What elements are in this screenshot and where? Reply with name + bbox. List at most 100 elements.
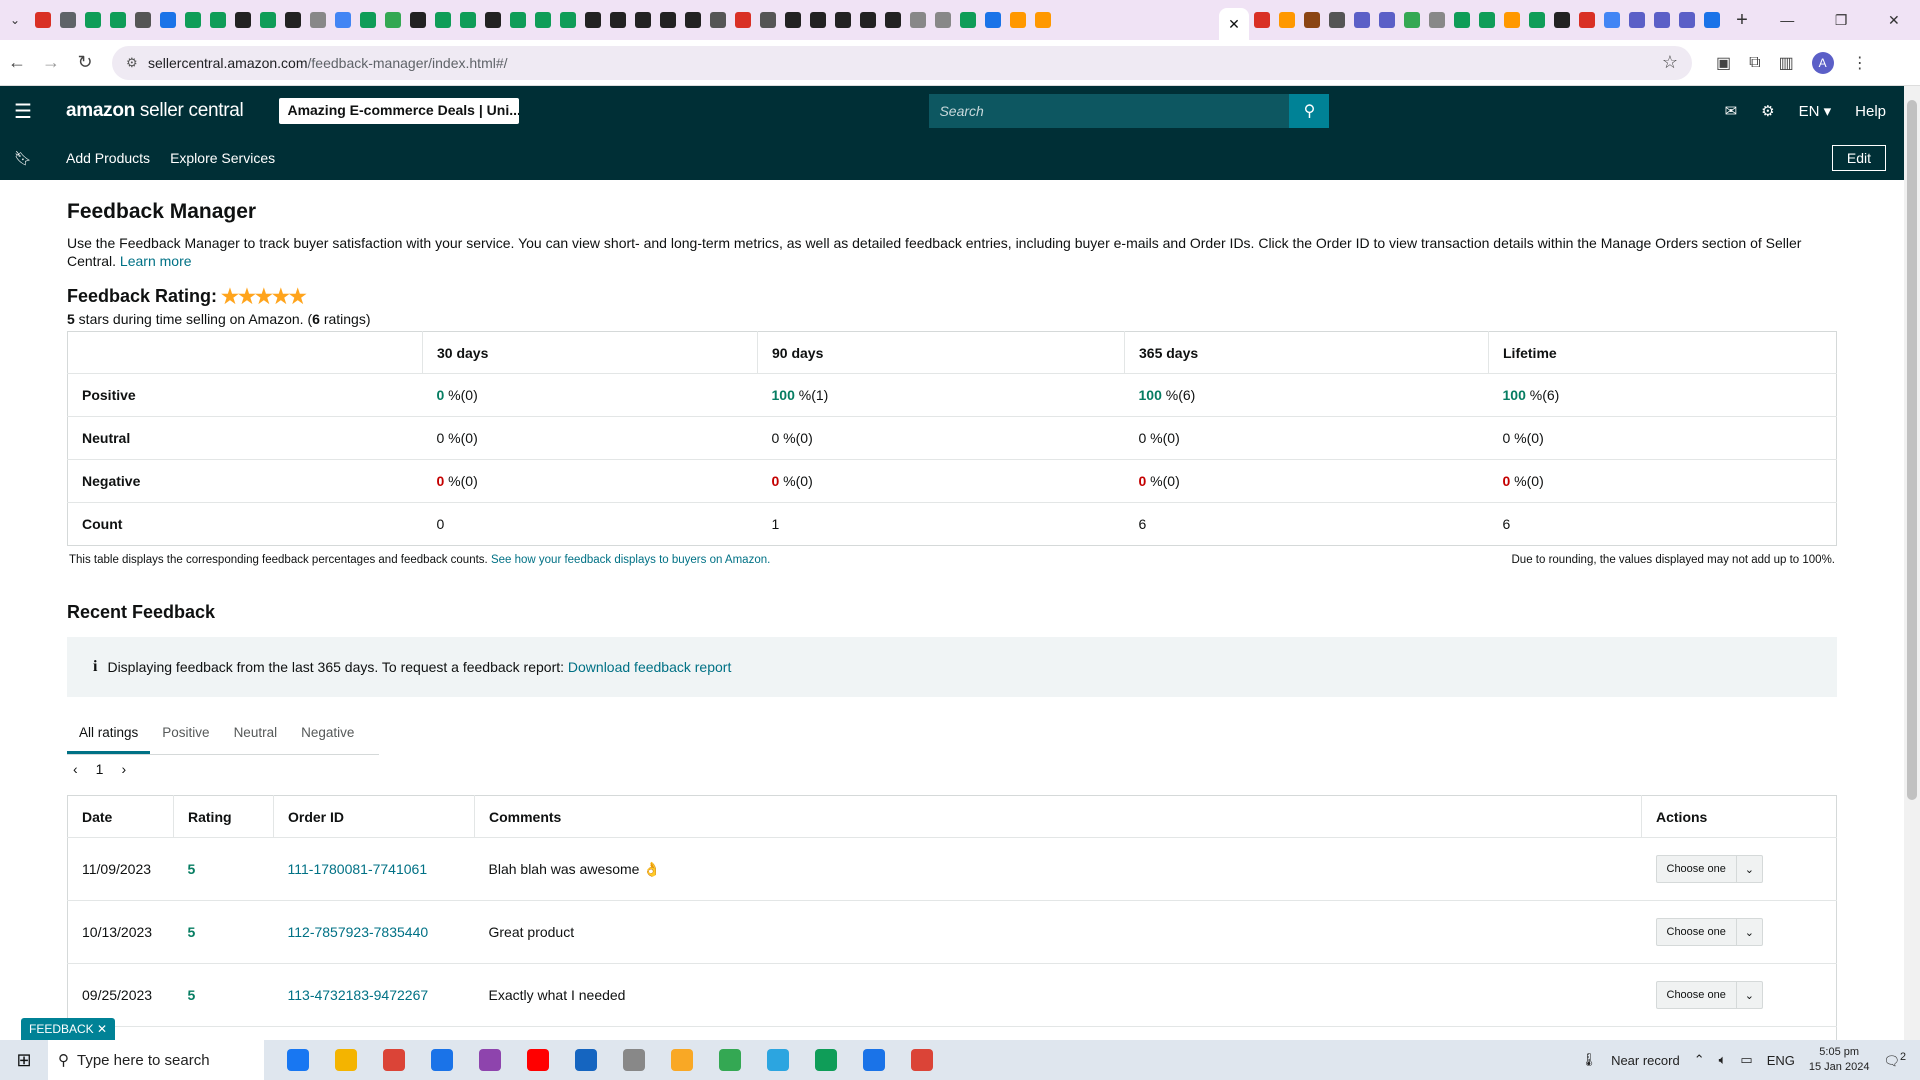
order-id-link[interactable]: 111-1780081-7741061 <box>288 861 428 877</box>
browser-tab-13[interactable] <box>355 0 380 40</box>
back-icon[interactable]: ← <box>0 52 34 73</box>
browser-tab-34[interactable] <box>880 0 905 40</box>
browser-tab-16[interactable] <box>430 0 455 40</box>
network-icon[interactable]: ▭ <box>1740 1052 1752 1068</box>
menu-kebab-icon[interactable]: ⋮ <box>1852 53 1868 73</box>
tab-positive[interactable]: Positive <box>150 715 221 754</box>
browser-tab-3[interactable] <box>105 0 130 40</box>
hamburger-menu-icon[interactable]: ☰ <box>0 99 46 124</box>
browser-tab-32[interactable] <box>830 0 855 40</box>
browser-tab-21[interactable] <box>555 0 580 40</box>
browser-tab-24[interactable] <box>630 0 655 40</box>
taskbar-app-8[interactable] <box>664 1042 700 1078</box>
taskbar-app-12[interactable] <box>856 1042 892 1078</box>
browser-tab-39[interactable] <box>1005 0 1030 40</box>
chevron-down-icon[interactable]: ⌄ <box>1735 982 1762 1008</box>
tab-search-chevron-icon[interactable]: ⌄ <box>0 5 30 35</box>
clock[interactable]: 5:05 pm 15 Jan 2024 <box>1809 1045 1870 1075</box>
url-field[interactable]: ⚙ sellercentral.amazon.com/feedback-mana… <box>112 45 1692 80</box>
browser-tab-29[interactable] <box>755 0 780 40</box>
nav-explore-services[interactable]: Explore Services <box>170 150 275 166</box>
tray-chevron-icon[interactable]: ⌃ <box>1694 1052 1705 1068</box>
profile-avatar[interactable]: A <box>1811 51 1834 74</box>
taskbar-app-9[interactable] <box>712 1042 748 1078</box>
browser-tab-9[interactable] <box>255 0 280 40</box>
browser-tab-23[interactable] <box>605 0 630 40</box>
browser-tab-6[interactable] <box>180 0 205 40</box>
browser-tab-30[interactable] <box>780 0 805 40</box>
browser-tab-right-17[interactable] <box>1674 0 1699 40</box>
browser-tab-right-0[interactable] <box>1249 0 1274 40</box>
page-scrollbar[interactable] <box>1904 86 1920 1040</box>
prev-page-icon[interactable]: ‹ <box>73 761 78 777</box>
browser-tab-36[interactable] <box>930 0 955 40</box>
choose-action-dropdown[interactable]: Choose one ⌄ <box>1655 981 1763 1009</box>
browser-tab-18[interactable] <box>480 0 505 40</box>
browser-tab-4[interactable] <box>130 0 155 40</box>
order-id-link[interactable]: 112-7857923-7835440 <box>288 924 429 940</box>
side-panel-icon[interactable]: ▥ <box>1779 53 1794 73</box>
browser-tab-right-4[interactable] <box>1349 0 1374 40</box>
browser-tab-2[interactable] <box>80 0 105 40</box>
browser-tab-31[interactable] <box>805 0 830 40</box>
browser-tab-right-6[interactable] <box>1399 0 1424 40</box>
browser-tab-right-7[interactable] <box>1424 0 1449 40</box>
browser-tab-28[interactable] <box>730 0 755 40</box>
browser-tab-right-10[interactable] <box>1499 0 1524 40</box>
tab-neutral[interactable]: Neutral <box>222 715 290 754</box>
tab-negative[interactable]: Negative <box>289 715 366 754</box>
active-tab-close-icon[interactable]: ✕ <box>1219 8 1249 40</box>
choose-action-dropdown[interactable]: Choose one ⌄ <box>1655 918 1763 946</box>
chevron-down-icon[interactable]: ⌄ <box>1735 856 1762 882</box>
browser-tab-12[interactable] <box>330 0 355 40</box>
browser-tab-right-18[interactable] <box>1699 0 1724 40</box>
browser-tab-right-15[interactable] <box>1624 0 1649 40</box>
search-icon[interactable]: ⚲ <box>1289 94 1330 128</box>
scrollbar-thumb[interactable] <box>1907 100 1917 800</box>
nav-add-products[interactable]: Add Products <box>66 150 150 166</box>
taskbar-app-13[interactable] <box>904 1042 940 1078</box>
taskbar-app-0[interactable] <box>280 1042 316 1078</box>
choose-action-dropdown[interactable]: Choose one ⌄ <box>1655 855 1763 883</box>
learn-more-link[interactable]: Learn more <box>120 253 192 269</box>
taskbar-app-6[interactable] <box>568 1042 604 1078</box>
taskbar-app-3[interactable] <box>424 1042 460 1078</box>
reload-icon[interactable]: ↻ <box>68 52 102 73</box>
gear-icon[interactable]: ⚙ <box>1761 102 1774 120</box>
volume-icon[interactable]: 🔈︎ <box>1719 1052 1727 1068</box>
browser-tab-22[interactable] <box>580 0 605 40</box>
browser-tab-27[interactable] <box>705 0 730 40</box>
browser-tab-40[interactable] <box>1030 0 1055 40</box>
browser-tab-10[interactable] <box>280 0 305 40</box>
browser-tab-19[interactable] <box>505 0 530 40</box>
browser-tab-11[interactable] <box>305 0 330 40</box>
browser-tab-20[interactable] <box>530 0 555 40</box>
browser-tab-right-11[interactable] <box>1524 0 1549 40</box>
forward-icon[interactable]: → <box>34 52 68 73</box>
taskbar-search[interactable]: ⚲ Type here to search <box>48 1040 264 1080</box>
browser-tab-0[interactable] <box>30 0 55 40</box>
taskbar-app-10[interactable] <box>760 1042 796 1078</box>
browser-tab-7[interactable] <box>205 0 230 40</box>
buyer-display-link[interactable]: See how your feedback displays to buyers… <box>491 554 770 566</box>
taskbar-app-4[interactable] <box>472 1042 508 1078</box>
browser-tab-right-12[interactable] <box>1549 0 1574 40</box>
browser-tab-right-14[interactable] <box>1599 0 1624 40</box>
taskbar-app-1[interactable] <box>328 1042 364 1078</box>
browser-tab-right-13[interactable] <box>1574 0 1599 40</box>
browser-tab-1[interactable] <box>55 0 80 40</box>
tab-all-ratings[interactable]: All ratings <box>67 715 151 754</box>
extension-off-icon[interactable]: ▣ <box>1716 53 1731 73</box>
browser-tab-right-5[interactable] <box>1374 0 1399 40</box>
browser-tab-14[interactable] <box>380 0 405 40</box>
header-search-input[interactable] <box>929 94 1290 128</box>
browser-tab-5[interactable] <box>155 0 180 40</box>
taskbar-app-5[interactable] <box>520 1042 556 1078</box>
browser-tab-8[interactable] <box>230 0 255 40</box>
next-page-icon[interactable]: › <box>121 761 126 777</box>
extensions-puzzle-icon[interactable]: ⧉ <box>1749 54 1760 72</box>
browser-tab-38[interactable] <box>980 0 1005 40</box>
feedback-widget-button[interactable]: FEEDBACK ✕ <box>21 1018 116 1040</box>
bookmark-star-icon[interactable]: ☆ <box>1662 52 1678 73</box>
weather-icon[interactable]: 🌡︎ <box>1581 1052 1598 1068</box>
